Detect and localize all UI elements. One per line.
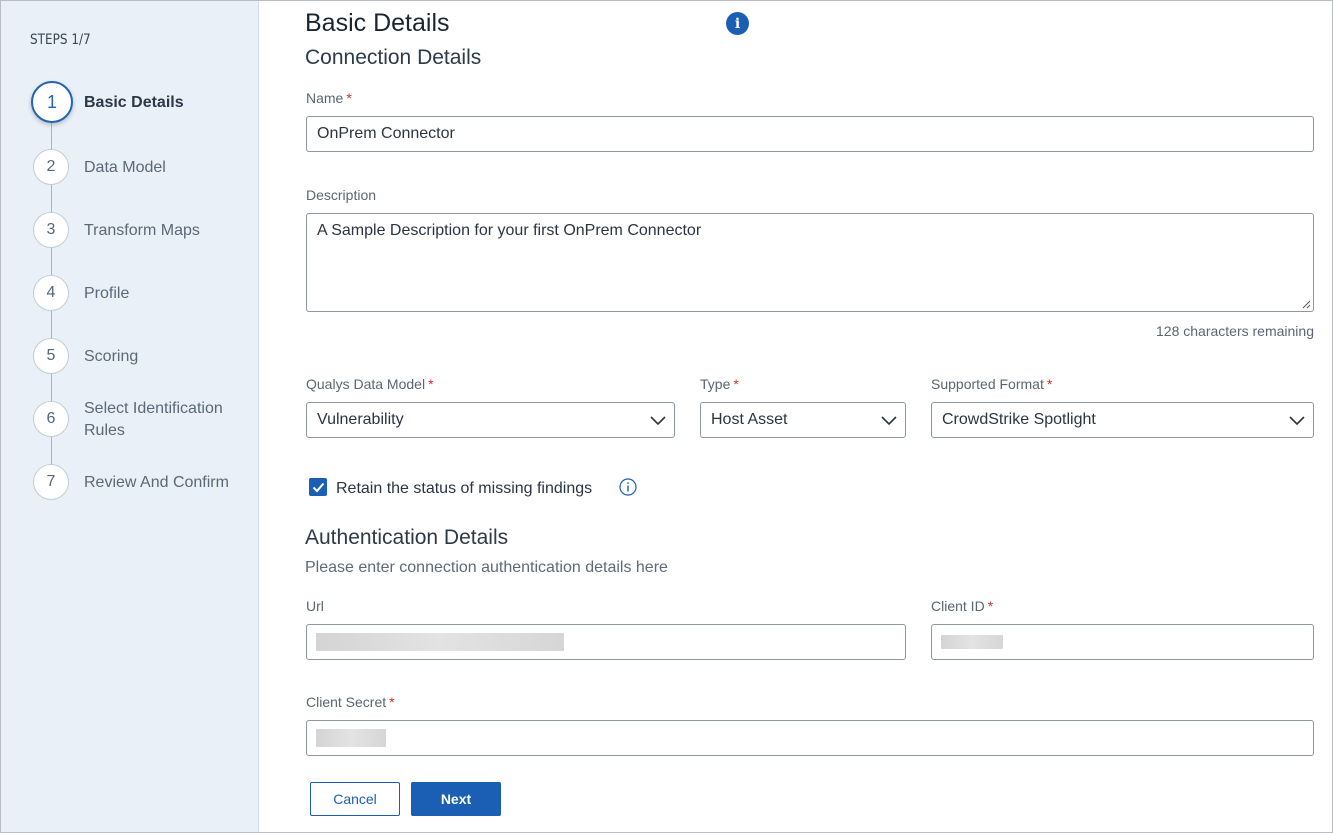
required-marker: * <box>1046 376 1053 392</box>
data-model-select[interactable]: Vulnerability <box>306 402 675 438</box>
chevron-down-icon <box>881 416 897 426</box>
info-icon[interactable]: i <box>726 12 749 35</box>
redacted-value <box>941 635 1003 649</box>
next-button[interactable]: Next <box>411 782 501 816</box>
step-number: 2 <box>33 149 69 185</box>
authentication-subtitle: Please enter connection authentication d… <box>305 559 668 576</box>
description-textarea[interactable]: A Sample Description for your first OnPr… <box>306 213 1314 312</box>
step-number: 5 <box>33 338 69 374</box>
required-marker: * <box>733 376 739 392</box>
url-input[interactable] <box>306 624 906 660</box>
required-marker: * <box>346 90 352 106</box>
data-model-label: Qualys Data Model * <box>306 376 434 392</box>
description-label: Description <box>306 187 377 203</box>
data-model-value: Vulnerability <box>317 411 404 428</box>
chevron-down-icon <box>1289 416 1305 426</box>
client-id-label: Client ID * <box>931 598 994 614</box>
info-outline-icon[interactable] <box>619 478 637 496</box>
supported-format-value: CrowdStrike Spotlight <box>942 411 1096 428</box>
description-value: A Sample Description for your first OnPr… <box>317 222 702 239</box>
steps-counter: STEPS 1/7 <box>30 32 91 48</box>
required-marker: * <box>389 694 395 710</box>
step-label: Review And Confirm <box>84 474 229 491</box>
cancel-button[interactable]: Cancel <box>310 782 400 816</box>
steps-sidebar: STEPS 1/7 1 Basic Details 2 Data Model 3… <box>1 1 259 832</box>
supported-format-select[interactable]: CrowdStrike Spotlight <box>931 402 1314 438</box>
step-label: Profile <box>84 285 130 302</box>
connection-details-heading: Connection Details <box>305 46 482 69</box>
chevron-down-icon <box>650 416 666 426</box>
step-label: Scoring <box>84 348 139 365</box>
name-input[interactable]: OnPrem Connector <box>306 116 1314 152</box>
type-label: Type * <box>700 376 739 392</box>
client-id-input[interactable] <box>931 624 1314 660</box>
checkmark-icon <box>312 482 324 492</box>
main-form: Basic Details i Connection Details Name *… <box>260 1 1332 832</box>
step-number: 4 <box>33 275 69 311</box>
url-label: Url <box>306 598 324 614</box>
supported-format-label: Supported Format * <box>931 376 1053 392</box>
step-number: 1 <box>31 81 73 123</box>
redacted-value <box>316 729 386 747</box>
type-value: Host Asset <box>711 411 788 428</box>
name-input-value: OnPrem Connector <box>317 125 455 142</box>
resize-grip-icon[interactable] <box>1301 299 1311 309</box>
page-title: Basic Details <box>305 9 450 37</box>
type-select[interactable]: Host Asset <box>700 402 906 438</box>
name-label: Name * <box>306 90 352 106</box>
authentication-details-heading: Authentication Details <box>305 526 509 549</box>
retain-status-checkbox[interactable] <box>309 478 327 496</box>
step-label: Data Model <box>84 159 166 176</box>
step-label: Basic Details <box>84 94 184 111</box>
step-label: Select Identification Rules <box>84 400 223 439</box>
step-number: 3 <box>33 212 69 248</box>
step-number: 7 <box>33 464 69 500</box>
redacted-value <box>316 633 564 651</box>
step-label: Transform Maps <box>84 222 200 239</box>
retain-status-label: Retain the status of missing findings <box>336 480 593 497</box>
characters-remaining: 128 characters remaining <box>1156 323 1314 339</box>
step-number: 6 <box>33 401 69 437</box>
client-secret-input[interactable] <box>306 720 1314 756</box>
required-marker: * <box>428 376 434 392</box>
client-secret-label: Client Secret * <box>306 694 395 710</box>
required-marker: * <box>987 598 994 614</box>
